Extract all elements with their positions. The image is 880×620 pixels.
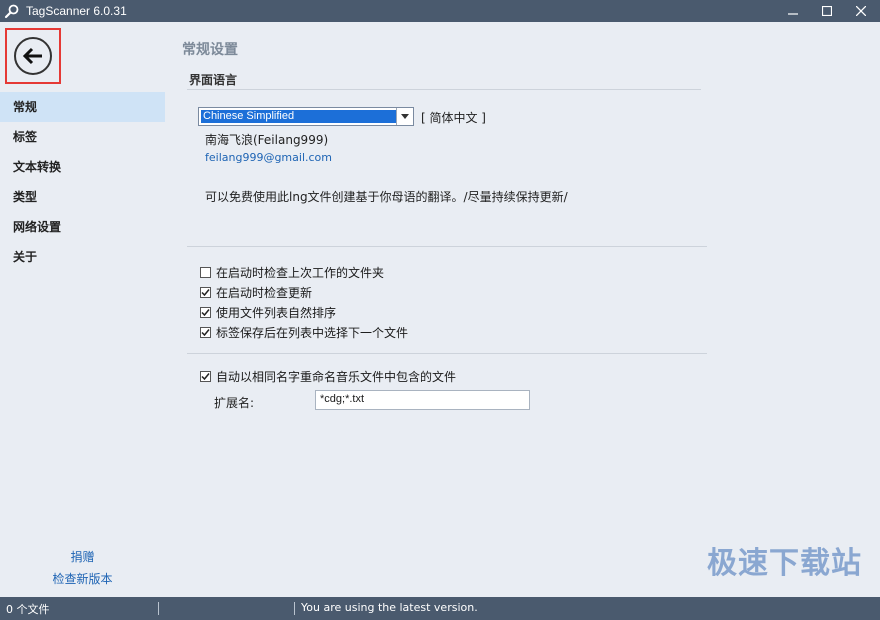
- checkbox-checked[interactable]: [200, 306, 211, 318]
- checkmark-icon: [201, 372, 210, 380]
- extension-input[interactable]: *cdg;*.txt: [315, 390, 530, 410]
- check-update-link[interactable]: 检查新版本: [0, 570, 165, 587]
- maximize-icon: [822, 6, 832, 16]
- translator-email-link[interactable]: feilang999@gmail.com: [205, 151, 332, 164]
- translator-name: 南海飞浪(Feilang999): [205, 133, 329, 147]
- option-check-updates[interactable]: 在启动时检查更新: [200, 284, 312, 300]
- chevron-down-icon: [401, 114, 409, 119]
- arrow-left-icon: [22, 47, 42, 65]
- checkbox-checked[interactable]: [200, 370, 211, 382]
- watermark: 极速下载站: [707, 546, 862, 581]
- window-title: TagScanner 6.0.31: [26, 4, 127, 18]
- extension-label: 扩展名:: [214, 396, 255, 410]
- file-count: 0 个文件: [6, 603, 50, 616]
- option-check-last-folder[interactable]: 在启动时检查上次工作的文件夹: [200, 264, 384, 280]
- back-button[interactable]: [5, 28, 61, 84]
- sidebar-item-text-conversion[interactable]: 文本转换: [0, 152, 165, 182]
- option-auto-rename[interactable]: 自动以相同名字重命名音乐文件中包含的文件: [200, 368, 456, 384]
- sidebar-item-types[interactable]: 类型: [0, 182, 165, 212]
- option-label: 在启动时检查更新: [216, 285, 313, 300]
- option-label: 使用文件列表自然排序: [216, 305, 337, 320]
- language-native-name: [ 简体中文 ]: [421, 111, 486, 125]
- language-section-title: 界面语言: [189, 73, 238, 87]
- checkmark-icon: [201, 328, 210, 336]
- close-button[interactable]: [844, 0, 878, 22]
- checkbox-checked[interactable]: [200, 326, 211, 338]
- option-label: 在启动时检查上次工作的文件夹: [216, 265, 385, 280]
- status-message: You are using the latest version.: [301, 601, 478, 614]
- back-circle: [14, 37, 52, 75]
- magnifier-icon: [4, 4, 19, 19]
- title-bar: TagScanner 6.0.31: [0, 0, 880, 22]
- checkbox-unchecked[interactable]: [200, 266, 211, 278]
- donate-link[interactable]: 捐赠: [0, 548, 165, 565]
- sidebar-item-general[interactable]: 常规: [0, 92, 165, 122]
- status-separator: [158, 602, 159, 615]
- sidebar: 常规 标签 文本转换 类型 网络设置 关于 捐赠 检查新版本: [0, 22, 165, 597]
- section-divider: [187, 89, 701, 90]
- minimize-icon: [788, 13, 798, 15]
- minimize-button[interactable]: [776, 0, 810, 22]
- option-select-next-file[interactable]: 标签保存后在列表中选择下一个文件: [200, 324, 408, 340]
- close-icon: [856, 6, 866, 16]
- section-divider: [187, 353, 707, 354]
- option-label: 自动以相同名字重命名音乐文件中包含的文件: [216, 369, 457, 384]
- status-bar: 0 个文件 You are using the latest version.: [0, 597, 880, 620]
- option-natural-sort[interactable]: 使用文件列表自然排序: [200, 304, 336, 320]
- translation-note: 可以免费使用此lng文件创建基于你母语的翻译。/尽量持续保持更新/: [205, 190, 568, 204]
- sidebar-item-tags[interactable]: 标签: [0, 122, 165, 152]
- page-title: 常规设置: [182, 42, 238, 58]
- main-panel: 常规设置 界面语言 Chinese Simplified [ 简体中文 ] 南海…: [165, 22, 880, 597]
- option-label: 标签保存后在列表中选择下一个文件: [216, 325, 409, 340]
- section-divider: [187, 246, 707, 247]
- status-separator: [294, 602, 295, 615]
- checkbox-checked[interactable]: [200, 286, 211, 298]
- language-select[interactable]: Chinese Simplified: [198, 107, 414, 126]
- checkmark-icon: [201, 308, 210, 316]
- maximize-button[interactable]: [810, 0, 844, 22]
- checkmark-icon: [201, 288, 210, 296]
- language-select-value: Chinese Simplified: [201, 110, 397, 123]
- sidebar-item-about[interactable]: 关于: [0, 242, 165, 272]
- dropdown-button[interactable]: [396, 108, 413, 125]
- sidebar-item-network[interactable]: 网络设置: [0, 212, 165, 242]
